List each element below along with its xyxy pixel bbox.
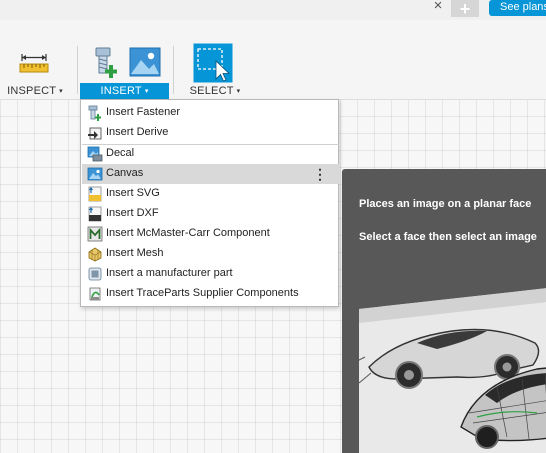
canvas-tooltip: Places an image on a planar face Select … <box>342 169 546 453</box>
menu-item-insert-mcmaster-carr[interactable]: Insert McMaster-Carr Component <box>82 224 339 244</box>
menu-item-insert-mesh[interactable]: Insert Mesh <box>82 244 339 264</box>
insert-group: INSERT ▾ <box>78 20 170 100</box>
inspect-label: INSPECT <box>7 85 57 97</box>
select-label: SELECT <box>189 85 234 97</box>
insert-image-icon[interactable] <box>129 47 161 77</box>
menu-item-label: Insert Derive <box>106 126 169 138</box>
menu-item-insert-derive[interactable]: Insert Derive <box>82 123 339 143</box>
menu-item-label: Insert Fastener <box>106 106 180 118</box>
insert-fastener-icon[interactable] <box>91 47 123 79</box>
mesh-icon <box>88 247 102 262</box>
menu-item-label: Insert a manufacturer part <box>106 267 233 279</box>
select-cursor-icon[interactable] <box>193 43 233 83</box>
tooltip-instruction: Select a face then select an image <box>359 231 537 243</box>
dxf-file-icon <box>88 206 102 222</box>
menu-item-label: Insert DXF <box>106 207 159 219</box>
insert-dropdown-menu: Insert Fastener Insert Derive Decal Canv… <box>80 99 339 307</box>
menu-item-label: Insert TraceParts Supplier Components <box>106 287 299 299</box>
mcmaster-icon <box>87 226 103 242</box>
insert-label: INSERT <box>100 85 142 97</box>
decal-icon <box>87 146 103 162</box>
tab-strip: × + See plans <box>0 0 546 20</box>
more-options-icon[interactable]: ⋮ <box>313 166 327 182</box>
fastener-icon <box>88 105 101 121</box>
inspect-menu-button[interactable]: INSPECT ▾ <box>2 83 68 99</box>
inspect-group: INSPECT ▾ <box>0 20 72 100</box>
tooltip-description: Places an image on a planar face <box>359 198 532 210</box>
menu-item-insert-manufacturer-part[interactable]: Insert a manufacturer part <box>82 264 339 284</box>
tooltip-car-sketch-image <box>357 288 546 453</box>
select-group: SELECT ▾ <box>178 20 250 100</box>
menu-item-insert-dxf[interactable]: Insert DXF <box>82 204 339 224</box>
svg-file-icon <box>88 186 102 202</box>
menu-item-label: Insert Mesh <box>106 247 164 259</box>
new-tab-button[interactable]: + <box>451 0 479 18</box>
toolbar-divider <box>173 46 174 94</box>
menu-item-canvas[interactable]: Canvas ⋮ <box>82 164 339 184</box>
ruler-icon[interactable] <box>19 52 49 74</box>
menu-item-insert-svg[interactable]: Insert SVG <box>82 184 339 204</box>
chevron-down-icon: ▾ <box>236 88 241 95</box>
menu-item-insert-fastener[interactable]: Insert Fastener <box>82 103 339 123</box>
menu-item-label: Decal <box>106 147 135 159</box>
canvas-icon <box>87 167 103 181</box>
chevron-down-icon: ▾ <box>59 88 63 95</box>
menu-item-insert-traceparts[interactable]: Insert TraceParts Supplier Components <box>82 284 339 304</box>
menu-item-label: Canvas <box>106 167 144 179</box>
select-menu-button[interactable]: SELECT ▾ <box>182 83 248 99</box>
insert-menu-button[interactable]: INSERT ▾ <box>80 83 169 99</box>
derive-icon <box>88 127 102 140</box>
chevron-down-icon: ▾ <box>144 88 149 95</box>
traceparts-icon <box>89 287 101 301</box>
menu-item-label: Insert McMaster-Carr Component <box>106 227 270 239</box>
menu-item-label: Insert SVG <box>106 187 160 199</box>
menu-item-decal[interactable]: Decal <box>82 144 339 164</box>
close-tab-icon[interactable]: × <box>430 0 446 13</box>
manufacturer-part-icon <box>88 267 102 281</box>
toolbar: INSPECT ▾ INSERT ▾ SELECT ▾ <box>0 20 546 100</box>
see-plans-button[interactable]: See plans <box>489 0 546 16</box>
